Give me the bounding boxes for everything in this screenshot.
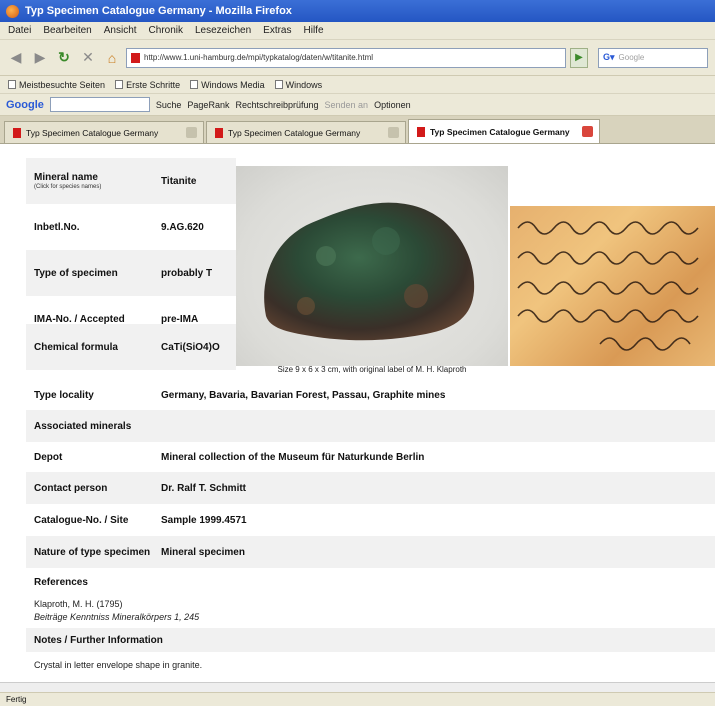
menu-item-bearbeiten[interactable]: Bearbeiten	[43, 25, 91, 36]
mineral-rock-image	[264, 202, 475, 341]
menu-item-chronik[interactable]: Chronik	[149, 25, 183, 36]
go-arrow-icon[interactable]: ▶	[570, 47, 588, 68]
row-type-of-specimen: Type of specimen probably T	[26, 250, 236, 296]
specimen-photo	[236, 166, 508, 366]
status-text: Fertig	[6, 695, 27, 704]
url-text: http://www.1.uni-hamburg.de/mpi/typkatal…	[144, 53, 374, 62]
search-placeholder: Google	[618, 53, 645, 62]
navigation-toolbar: ◀ ▶ ↻ ✕ ⌂ http://www.1.uni-hamburg.de/mp…	[0, 40, 715, 76]
reload-icon[interactable]: ↻	[54, 48, 74, 68]
label-chemical-formula: Chemical formula	[34, 341, 118, 353]
row-type-locality: Type locality Germany, Bavaria, Bavarian…	[26, 380, 715, 410]
tab-close-icon[interactable]	[582, 126, 593, 137]
value-type-locality: Germany, Bavaria, Bavarian Forest, Passa…	[161, 389, 446, 401]
tab-close-icon[interactable]	[388, 127, 399, 138]
tab-close-icon[interactable]	[186, 127, 197, 138]
label-associated-minerals: Associated minerals	[34, 420, 132, 432]
row-depot: Depot Mineral collection of the Museum f…	[26, 442, 715, 472]
window-title: Typ Specimen Catalogue Germany - Mozilla…	[25, 5, 292, 17]
row-nature-of-type-specimen: Nature of type specimen Mineral specimen	[26, 536, 715, 568]
page-icon	[190, 80, 199, 89]
tab-1[interactable]: Typ Specimen Catalogue Germany	[4, 121, 204, 143]
search-input[interactable]: G▾ Google	[598, 47, 708, 68]
label-mineral-name: Mineral name	[34, 172, 98, 183]
bookmarks-toolbar: Meistbesuchte Seiten Erste Schritte Wind…	[0, 76, 715, 94]
back-arrow-icon[interactable]: ◀	[6, 48, 26, 68]
bookmark-windows[interactable]: Windows	[274, 80, 322, 90]
send-to-button[interactable]: Senden an	[325, 100, 369, 110]
options-button[interactable]: Optionen	[374, 100, 411, 110]
label-references: References	[34, 576, 88, 588]
row-notes: Notes / Further Information	[26, 628, 715, 652]
home-icon[interactable]: ⌂	[102, 48, 122, 68]
label-type-locality: Type locality	[34, 389, 94, 401]
page-icon	[115, 80, 124, 89]
google-suche-button[interactable]: Suche	[156, 100, 182, 110]
species-link[interactable]: (Click for species names)	[34, 184, 101, 190]
label-catalogue-no: Catalogue-No. / Site	[34, 514, 129, 526]
row-inventory: Inbetl.No. 9.AG.620	[26, 204, 236, 250]
label-type: Type of specimen	[34, 267, 118, 279]
row-catalogue-no: Catalogue-No. / Site Sample 1999.4571	[26, 504, 715, 536]
window-titlebar: Typ Specimen Catalogue Germany - Mozilla…	[0, 0, 715, 22]
reference-source: Beiträge Kenntniss Mineralkörpers 1, 245	[34, 612, 200, 622]
google-logo[interactable]: Google	[6, 99, 44, 111]
tab-2[interactable]: Typ Specimen Catalogue Germany	[206, 121, 406, 143]
tab-3-active[interactable]: Typ Specimen Catalogue Germany	[408, 119, 600, 143]
google-toolbar: Google Suche PageRank Rechtschreibprüfun…	[0, 94, 715, 116]
value-chemical-formula: CaTi(SiO4)O	[161, 341, 220, 353]
forward-arrow-icon[interactable]: ▶	[30, 48, 50, 68]
firefox-logo-icon	[6, 4, 19, 18]
menu-bar: Datei Bearbeiten Ansicht Chronik Lesezei…	[0, 22, 715, 40]
photo-caption: Size 9 x 6 x 3 cm, with original label o…	[277, 365, 467, 374]
row-associated-minerals: Associated minerals	[26, 410, 715, 442]
bookmark-windows-media[interactable]: Windows Media	[190, 80, 265, 90]
page-icon	[8, 80, 16, 89]
label-depot: Depot	[34, 451, 63, 463]
tab-favicon-icon	[417, 126, 425, 137]
value-contact-person: Dr. Ralf T. Schmitt	[161, 482, 247, 494]
label-notes: Notes / Further Information	[34, 634, 163, 646]
row-contact-person: Contact person Dr. Ralf T. Schmitt	[26, 472, 715, 504]
value-depot: Mineral collection of the Museum für Nat…	[161, 451, 425, 463]
page-icon	[274, 80, 283, 89]
reference-author: Klaproth, M. H. (1795)	[34, 599, 123, 609]
value-nature: Mineral specimen	[161, 546, 245, 558]
url-bar[interactable]: http://www.1.uni-hamburg.de/mpi/typkatal…	[126, 47, 566, 68]
search-engine-icon[interactable]: G▾	[603, 52, 615, 63]
value-type: probably T	[161, 267, 213, 279]
menu-item-datei[interactable]: Datei	[8, 25, 31, 36]
stop-icon[interactable]: ✕	[78, 48, 98, 68]
notes-text: Crystal in letter envelope shape in gran…	[34, 660, 203, 670]
row-chemical-formula: Chemical formula CaTi(SiO4)O	[26, 324, 236, 370]
bookmark-meistbesuchte[interactable]: Meistbesuchte Seiten	[8, 80, 105, 90]
menu-item-extras[interactable]: Extras	[263, 25, 291, 36]
value-mineral-name: Titanite	[161, 175, 197, 187]
menu-item-lesezeichen[interactable]: Lesezeichen	[195, 25, 251, 36]
menu-item-ansicht[interactable]: Ansicht	[104, 25, 137, 36]
bookmark-erste-schritte[interactable]: Erste Schritte	[115, 80, 180, 90]
spellcheck-button[interactable]: Rechtschreibprüfung	[235, 100, 318, 110]
tab-strip: Typ Specimen Catalogue Germany Typ Speci…	[0, 116, 715, 144]
tab-favicon-icon	[215, 127, 223, 138]
value-catalogue-no: Sample 1999.4571	[161, 514, 247, 526]
label-ima: IMA-No. / Accepted	[34, 313, 125, 325]
row-mineral-name: Mineral name (Click for species names) Ti…	[26, 158, 236, 204]
status-bar: Fertig	[0, 692, 715, 706]
menu-item-hilfe[interactable]: Hilfe	[304, 25, 324, 36]
label-contact-person: Contact person	[34, 482, 108, 494]
site-favicon-icon	[131, 52, 140, 63]
horizontal-scrollbar[interactable]	[0, 682, 715, 692]
handwritten-label-icon	[517, 221, 699, 351]
pagerank-button[interactable]: PageRank	[187, 100, 229, 110]
tab-favicon-icon	[13, 127, 21, 138]
label-nature: Nature of type specimen	[34, 546, 151, 558]
row-references: References	[26, 568, 715, 596]
original-label-image	[510, 206, 715, 366]
google-search-input[interactable]	[49, 97, 150, 112]
value-inventory: 9.AG.620	[161, 221, 204, 233]
label-inventory: Inbetl.No.	[34, 221, 80, 233]
value-ima: pre-IMA	[161, 313, 199, 325]
